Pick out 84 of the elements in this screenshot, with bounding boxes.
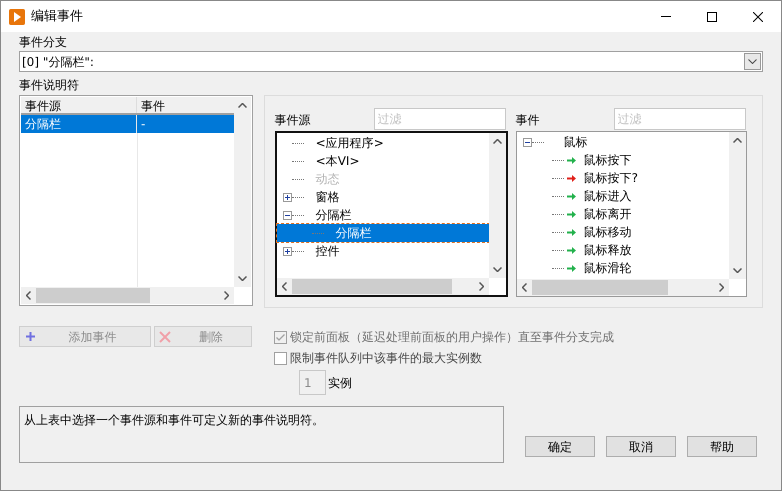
close-icon xyxy=(159,330,171,342)
scroll-left-icon[interactable] xyxy=(522,283,527,292)
help-button[interactable]: 帮助 xyxy=(687,436,757,457)
scroll-right-icon[interactable] xyxy=(478,282,484,291)
scroll-up-icon[interactable] xyxy=(732,138,742,143)
scroll-right-icon[interactable] xyxy=(718,283,724,292)
tree-label: 鼠标 xyxy=(564,134,588,151)
scroll-thumb[interactable] xyxy=(36,288,150,303)
tree-label: 鼠标离开 xyxy=(584,206,632,223)
tree-label: 分隔栏 xyxy=(336,225,372,242)
description-text: 从上表中选择一个事件源和事件可定义新的事件说明符。 xyxy=(24,413,324,427)
scroll-left-icon[interactable] xyxy=(26,291,31,300)
vertical-scrollbar[interactable] xyxy=(234,97,251,287)
tree-label: 鼠标滑轮 xyxy=(584,260,632,277)
tree-item[interactable]: 控件 xyxy=(276,242,489,260)
tree-item[interactable]: 鼠标释放 xyxy=(516,241,729,259)
tree-label: 鼠标移动 xyxy=(584,224,632,241)
minimize-icon xyxy=(661,16,671,17)
cancel-button[interactable]: 取消 xyxy=(606,436,676,457)
tree-label: 窗格 xyxy=(316,189,340,206)
checkbox-label: 锁定前面板（延迟处理前面板的用户操作）直至事件分支完成 xyxy=(290,329,614,346)
tree-label: 鼠标按下 xyxy=(584,152,632,169)
scroll-left-icon[interactable] xyxy=(282,282,287,291)
dropdown-button[interactable] xyxy=(744,53,761,70)
horizontal-scrollbar[interactable] xyxy=(516,279,729,296)
tree-label: 分隔栏 xyxy=(316,207,352,224)
scroll-thumb[interactable] xyxy=(532,280,668,295)
tree-item[interactable]: 分隔栏 xyxy=(276,206,489,224)
app-icon xyxy=(9,8,25,24)
section-label: 事件分支 xyxy=(19,34,68,51)
row-text: - xyxy=(140,116,146,133)
column-header[interactable]: 事件源 xyxy=(21,97,137,113)
scroll-down-icon[interactable] xyxy=(732,268,742,273)
tree-item[interactable]: 鼠标进入 xyxy=(516,187,729,205)
filter-field[interactable]: 过滤 xyxy=(614,108,746,130)
horizontal-scrollbar[interactable] xyxy=(276,278,489,295)
tree-item[interactable]: 鼠标按下 xyxy=(516,151,729,169)
scroll-right-icon[interactable] xyxy=(224,291,229,300)
instance-label: 实例 xyxy=(328,375,352,392)
plus-icon xyxy=(26,332,35,341)
tree-label: 鼠标按下? xyxy=(584,170,638,187)
filter-field[interactable]: 过滤 xyxy=(374,108,506,130)
tree-item[interactable]: <本VI> xyxy=(276,152,489,170)
scroll-up-icon[interactable] xyxy=(492,139,502,144)
scroll-down-icon[interactable] xyxy=(492,267,502,272)
ok-button[interactable]: 确定 xyxy=(525,436,595,457)
dropdown-value: [0] "分隔栏": xyxy=(22,54,94,70)
tree-label: <本VI> xyxy=(316,153,360,170)
window-title: 编辑事件 xyxy=(31,8,83,26)
expand-icon[interactable] xyxy=(282,246,292,256)
section-label: 事件说明符 xyxy=(19,77,80,94)
vertical-scrollbar[interactable] xyxy=(728,132,746,279)
tree-item[interactable]: 鼠标离开 xyxy=(516,205,729,223)
event-case-dropdown[interactable]: [0] "分隔栏": xyxy=(19,51,763,72)
row-text: 分隔栏 xyxy=(21,115,137,133)
tree-item[interactable]: 鼠标按下? xyxy=(516,169,729,187)
scroll-up-icon[interactable] xyxy=(238,103,247,108)
panel-label: 事件 xyxy=(516,112,541,129)
tree-item[interactable]: 鼠标 xyxy=(516,133,729,151)
vertical-scrollbar[interactable] xyxy=(488,133,506,278)
checkbox[interactable] xyxy=(274,352,287,364)
tree-label: 鼠标释放 xyxy=(584,242,632,259)
collapse-icon[interactable] xyxy=(282,210,292,220)
scroll-thumb[interactable] xyxy=(292,279,452,294)
tree-label: 鼠标进入 xyxy=(584,188,632,205)
collapse-icon[interactable] xyxy=(522,138,532,146)
tree-item[interactable]: 窗格 xyxy=(276,188,489,206)
column-header[interactable]: 事件 xyxy=(137,97,234,113)
tree-label: <应用程序> xyxy=(316,135,384,152)
expand-icon[interactable] xyxy=(282,192,292,202)
tree-item[interactable]: 分隔栏 xyxy=(276,224,489,242)
checkbox-label: 限制事件队列中该事件的最大实例数 xyxy=(290,350,482,367)
tree-item[interactable]: <应用程序> xyxy=(276,134,489,152)
scroll-down-icon[interactable] xyxy=(238,276,247,281)
maximize-icon xyxy=(707,12,717,22)
close-icon xyxy=(753,12,763,22)
tree-item[interactable]: 鼠标移动 xyxy=(516,223,729,241)
tree-label: 动态 xyxy=(316,171,340,188)
horizontal-scrollbar[interactable] xyxy=(21,287,234,304)
panel-label: 事件源 xyxy=(274,112,312,129)
chevron-down-icon xyxy=(748,59,757,64)
tree-label: 控件 xyxy=(316,243,340,260)
tree-item[interactable]: 鼠标滑轮 xyxy=(516,259,729,277)
list-row[interactable]: 分隔栏 - xyxy=(21,115,234,133)
